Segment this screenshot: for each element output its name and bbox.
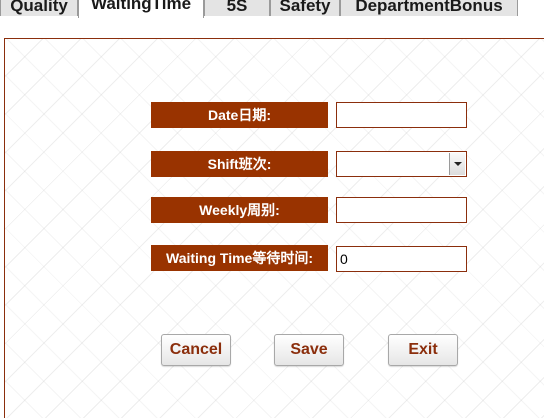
cancel-button[interactable]: Cancel bbox=[161, 334, 231, 366]
date-field[interactable] bbox=[336, 102, 467, 128]
tab-quality[interactable]: Quality bbox=[0, 0, 78, 16]
weekly-label: Weekly周别: bbox=[151, 197, 328, 223]
save-button[interactable]: Save bbox=[274, 334, 344, 366]
waiting-time-label: Waiting Time等待时间: bbox=[151, 245, 328, 271]
tab-department-bonus[interactable]: DepartmentBonus bbox=[340, 0, 518, 16]
tab-safety[interactable]: Safety bbox=[270, 0, 340, 16]
shift-label: Shift班次: bbox=[151, 151, 328, 177]
exit-button[interactable]: Exit bbox=[388, 334, 458, 366]
waiting-time-field[interactable] bbox=[336, 246, 467, 272]
weekly-field[interactable] bbox=[336, 197, 467, 223]
tab-waiting-time[interactable]: WaitingTime bbox=[78, 0, 204, 18]
shift-select[interactable] bbox=[336, 151, 467, 177]
date-label: Date日期: bbox=[151, 102, 328, 128]
tab-5s[interactable]: 5S bbox=[204, 0, 270, 16]
tab-strip: Quality WaitingTime 5S Safety Department… bbox=[0, 0, 544, 18]
chevron-down-icon[interactable] bbox=[449, 153, 465, 175]
